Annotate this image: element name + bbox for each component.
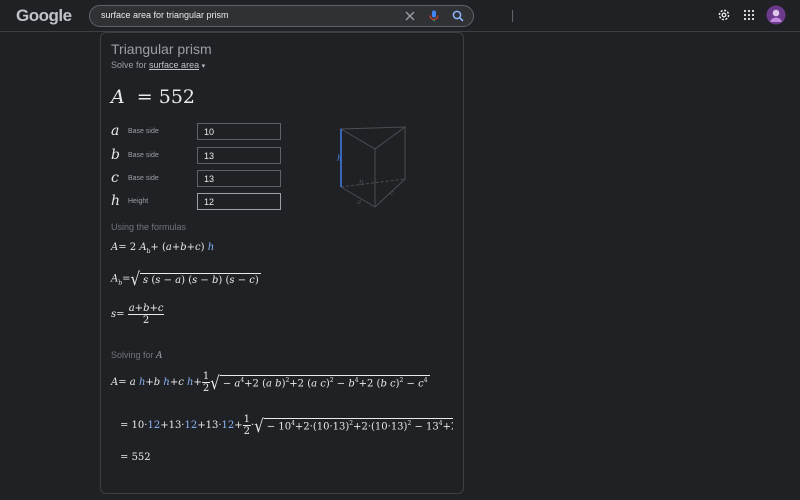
clear-icon[interactable]	[403, 9, 417, 23]
search-divider	[512, 10, 513, 22]
height-input[interactable]	[197, 193, 281, 210]
solution-symbolic: A= a h+b h+c h+ 1 2 √ − a4+2 (a b)2+2 (a c)2…	[111, 371, 430, 394]
solution-substituted: = 10·12+13·12+13·12+ 1 2 ·√ − 104+2·(10·13)2…	[120, 414, 453, 437]
microphone-icon[interactable]	[427, 9, 441, 23]
avatar[interactable]	[766, 5, 786, 25]
card-title: Triangular prism	[111, 41, 212, 57]
formula-surface-area: A= 2 Ab+ (a+b+c) h	[111, 242, 215, 255]
solving-for-label: Solving for A	[111, 350, 163, 361]
var-symbol-c: c	[111, 170, 119, 186]
var-label-c: Base side	[128, 175, 159, 182]
triangular-prism-diagram: h a b c	[337, 126, 407, 208]
calculator-card: Triangular prism Solve for surface area …	[100, 32, 464, 494]
google-logo[interactable]: Google	[16, 6, 72, 26]
apps-icon[interactable]	[743, 9, 755, 21]
search-input[interactable]: surface area for triangular prism	[101, 10, 229, 20]
solve-for-prefix: Solve for	[111, 60, 147, 70]
solving-for-variable: A	[156, 351, 163, 361]
var-label-b: Base side	[128, 152, 159, 159]
top-bar: Google surface area for triangular prism	[0, 0, 800, 31]
formula-base-area: Ab=√ s (s − a) (s − b) (s − c)	[111, 268, 261, 290]
result-equation: A = 552	[111, 86, 195, 108]
settings-icon[interactable]	[717, 8, 731, 22]
using-formulas-label: Using the formulas	[111, 222, 187, 232]
solve-for-dropdown[interactable]: surface area	[149, 60, 199, 70]
solving-for-prefix: Solving for	[111, 350, 154, 360]
dropdown-caret-icon[interactable]: ▾	[202, 63, 206, 70]
var-symbol-h: h	[111, 193, 121, 209]
diagram-label-h: h	[337, 154, 342, 163]
var-symbol-b: b	[111, 147, 120, 163]
var-label-a: Base side	[128, 128, 159, 135]
solution-final: = 552	[120, 452, 151, 463]
result-value: 552	[158, 86, 196, 108]
search-icon[interactable]	[451, 9, 465, 23]
base-side-a-input[interactable]	[197, 123, 281, 140]
var-label-h: Height	[128, 198, 149, 205]
var-symbol-a: a	[111, 123, 120, 139]
base-side-c-input[interactable]	[197, 170, 281, 187]
diagram-label-c: c	[390, 189, 394, 197]
diagram-label-a: a	[357, 198, 361, 206]
search-box[interactable]: surface area for triangular prism	[89, 5, 513, 27]
final-value: 552	[131, 452, 151, 463]
diagram-label-b: b	[359, 179, 364, 187]
result-variable: A	[111, 86, 125, 108]
base-side-b-input[interactable]	[197, 147, 281, 164]
result-equals: =	[136, 86, 153, 108]
formula-semiperimeter: s= a+b+c 2	[111, 303, 165, 326]
solve-for-row: Solve for surface area ▾	[111, 60, 205, 70]
